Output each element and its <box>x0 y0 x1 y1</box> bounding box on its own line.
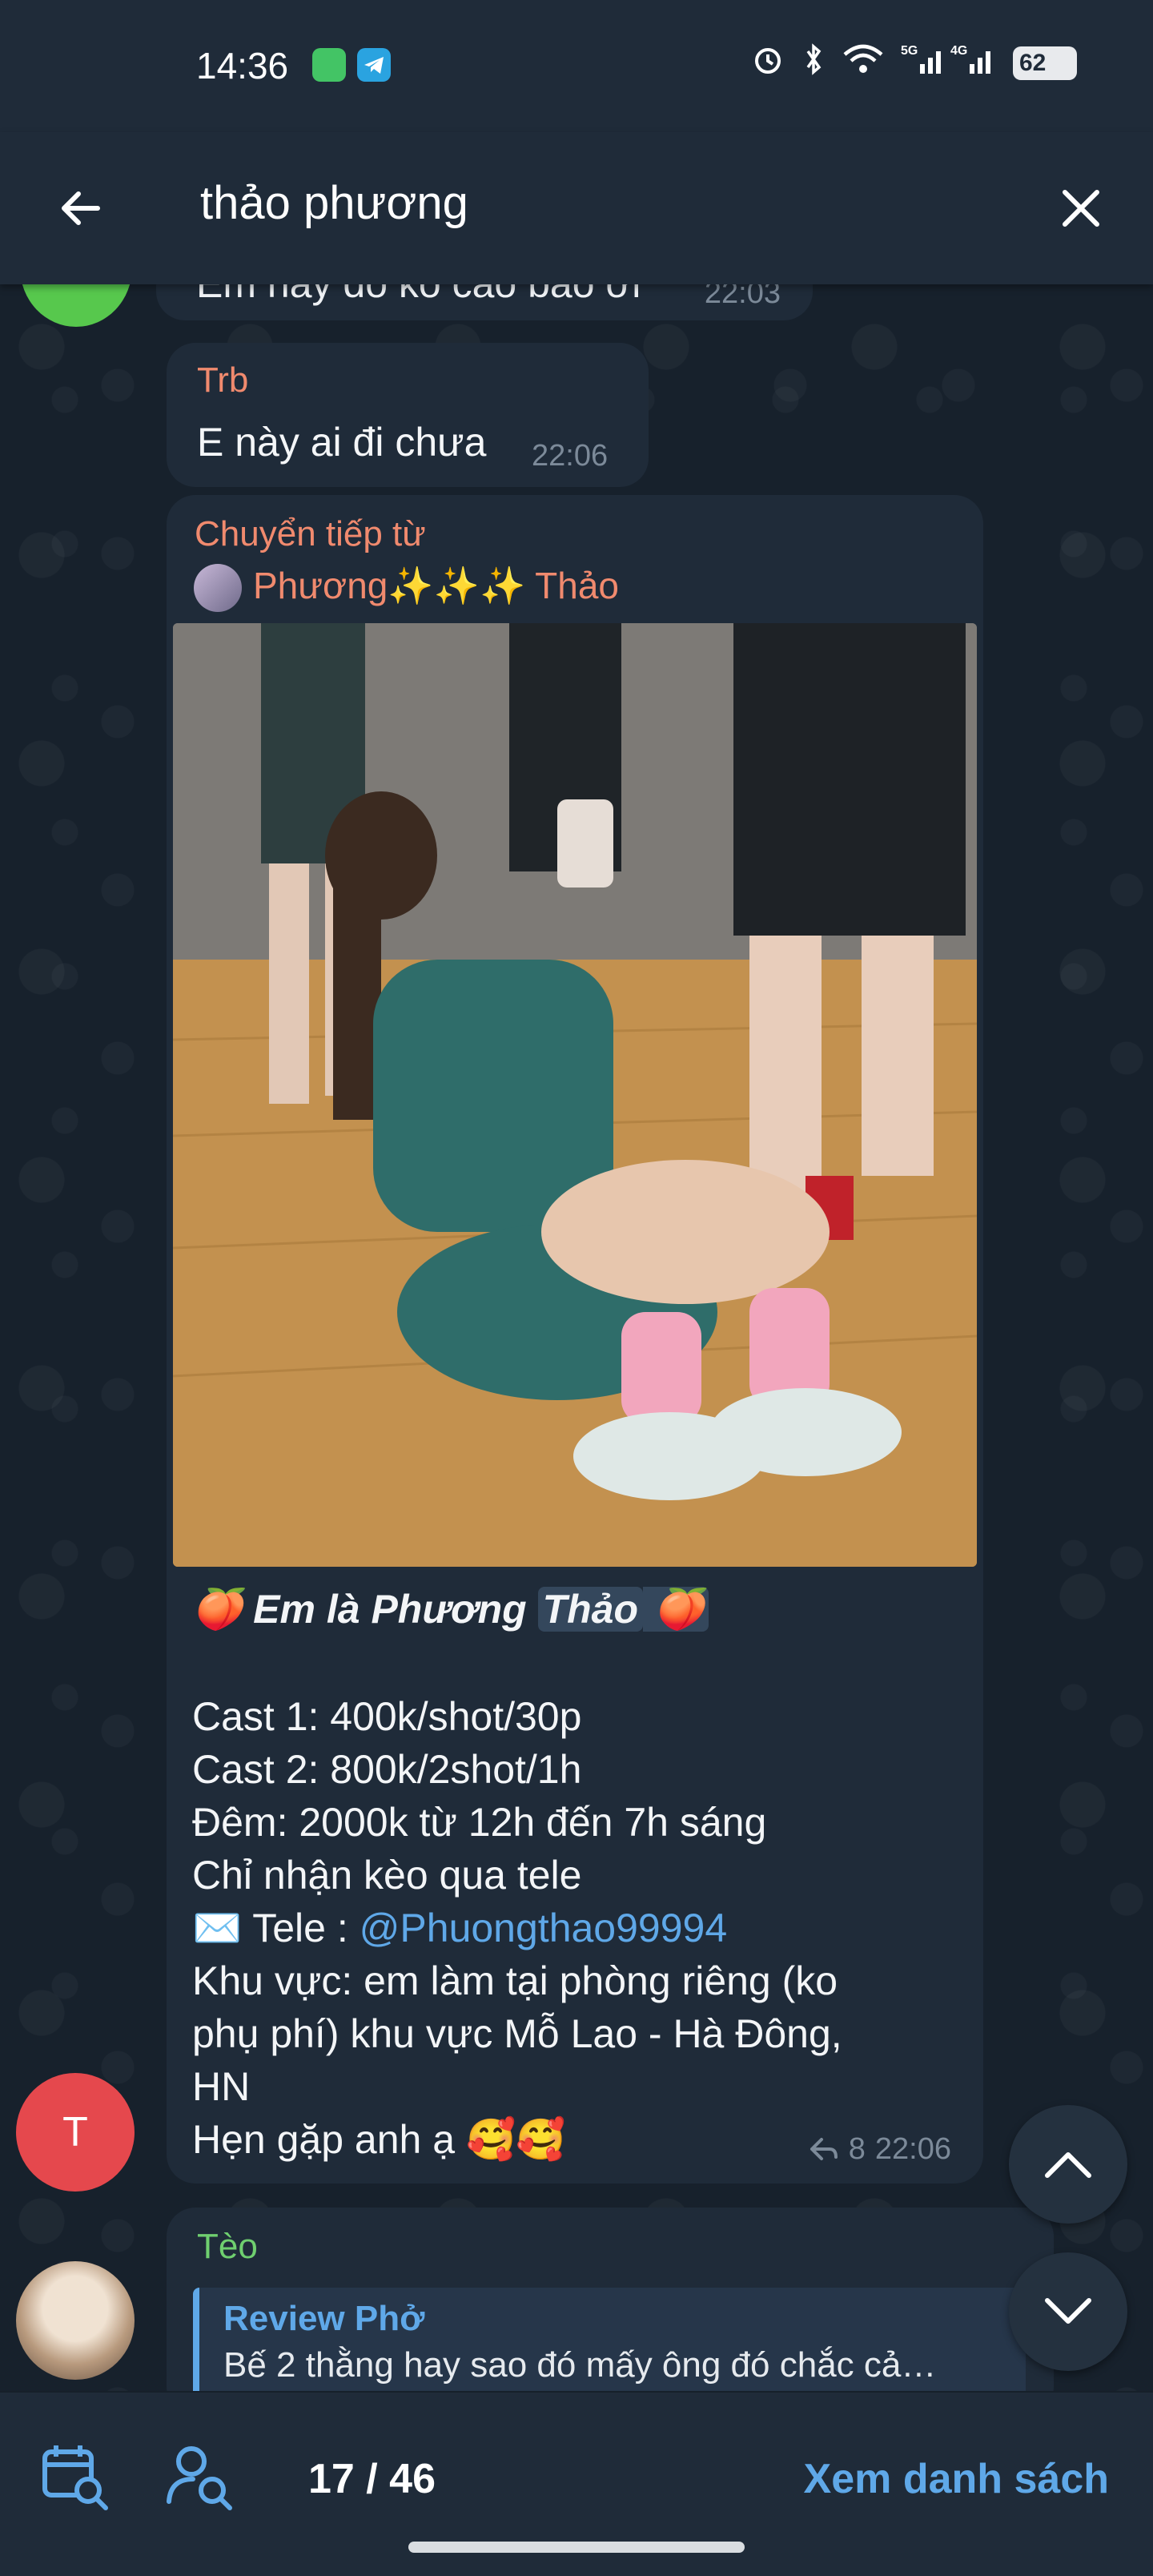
forward-origin-avatar[interactable] <box>194 564 242 612</box>
chevron-up-icon <box>1045 2152 1091 2178</box>
status-time: 14:36 <box>196 45 289 87</box>
caption-line: Hẹn gặp anh ạ 🥰🥰 <box>192 2117 566 2162</box>
svg-text:5G: 5G <box>901 44 918 58</box>
message-text: E này ai đi chưa <box>197 420 487 465</box>
gesture-nav-handle[interactable] <box>408 2542 745 2553</box>
message-bubble[interactable]: Trb E này ai đi chưa 22:06 <box>167 343 649 487</box>
sender-name[interactable]: Trb <box>197 360 248 400</box>
search-highlight: Thảo <box>537 1587 644 1632</box>
reply-text: Bế 2 thằng hay sao đó mấy ông đó chắc cả… <box>223 2345 937 2385</box>
alarm-icon <box>750 42 785 84</box>
signal-icon: 5G 4G <box>901 42 997 84</box>
status-icons: 5G 4G 62 <box>750 42 1077 84</box>
svg-text:4G: 4G <box>950 44 967 58</box>
telegram-app-icon <box>357 48 391 82</box>
bluetooth-icon <box>801 42 826 84</box>
peach-emoji: 🍑 <box>192 1587 254 1632</box>
clear-search-button[interactable] <box>1045 172 1117 244</box>
view-list-button[interactable]: Xem danh sách <box>804 2455 1109 2503</box>
peach-emoji: 🍑 <box>643 1587 709 1632</box>
scroll-up-button[interactable] <box>1009 2105 1127 2224</box>
calendar-search-button[interactable] <box>40 2441 112 2513</box>
close-icon <box>1063 190 1099 227</box>
reply-name: Review Phở <box>223 2299 425 2338</box>
caption-title: 🍑 Em là Phương Thảo 🍑 <box>192 1586 709 1633</box>
calendar-search-icon <box>42 2445 108 2510</box>
avatar-letter: T <box>62 2109 88 2155</box>
scroll-down-button[interactable] <box>1009 2252 1127 2371</box>
caption-line: Chỉ nhận kèo qua tele <box>192 1853 582 1898</box>
wifi-icon <box>842 42 885 84</box>
user-search-button[interactable] <box>164 2441 236 2513</box>
back-button[interactable] <box>44 172 116 244</box>
forward-count: 8 <box>848 2132 866 2166</box>
telegram-handle-link[interactable]: @Phuongthao99994 <box>360 1906 728 1950</box>
message-photo[interactable] <box>173 623 977 1567</box>
envelope-icon-label: ✉️ Tele : <box>192 1906 360 1950</box>
caption-title-text: Em là Phương <box>253 1587 538 1632</box>
sender-name[interactable]: Tèo <box>197 2227 258 2267</box>
search-input[interactable]: thảo phương <box>200 176 468 230</box>
forwarded-message-bubble[interactable]: Chuyển tiếp từ Phương✨✨✨ Thảo 🍑 Em là Ph… <box>167 495 983 2184</box>
battery-icon: 62 <box>1013 46 1077 80</box>
search-header: thảo phương <box>0 132 1153 284</box>
arrow-left-icon <box>62 191 100 225</box>
caption-line: Cast 1: 400k/shot/30p <box>192 1694 582 1739</box>
reply-quote[interactable]: Review Phở Bế 2 thằng hay sao đó mấy ông… <box>193 2288 1026 2400</box>
message-time: 22:06 <box>532 439 609 473</box>
share-icon <box>810 2137 838 2160</box>
forward-origin-name[interactable]: Phương✨✨✨ Thảo <box>253 564 619 608</box>
caption-line: Đêm: 2000k từ 12h đến 7h sáng <box>192 1800 767 1845</box>
chevron-down-icon <box>1045 2298 1091 2324</box>
avatar[interactable]: T <box>16 2073 135 2192</box>
messages-app-icon <box>312 48 346 82</box>
results-counter: 17 / 46 <box>308 2456 436 2502</box>
message-time: 22:06 <box>874 2132 951 2166</box>
forward-label: Chuyển tiếp từ <box>195 514 426 553</box>
status-bar: 14:36 5G 4G 62 <box>0 0 1153 132</box>
avatar[interactable] <box>16 2261 135 2380</box>
caption-line: Khu vực: em làm tại phòng riêng (ko <box>192 1958 838 2003</box>
caption-line: HN <box>192 2064 251 2109</box>
caption-line: phụ phí) khu vực Mỗ Lao - Hà Đông, <box>192 2011 842 2056</box>
message-meta: 8 22:06 <box>809 2132 951 2167</box>
message-bubble[interactable]: Tèo Review Phở Bế 2 thằng hay sao đó mấy… <box>167 2208 1054 2416</box>
caption-line: Cast 2: 800k/2shot/1h <box>192 1747 582 1792</box>
caption-line-tele: ✉️ Tele : @Phuongthao99994 <box>192 1905 727 1952</box>
user-search-icon <box>167 2446 232 2510</box>
